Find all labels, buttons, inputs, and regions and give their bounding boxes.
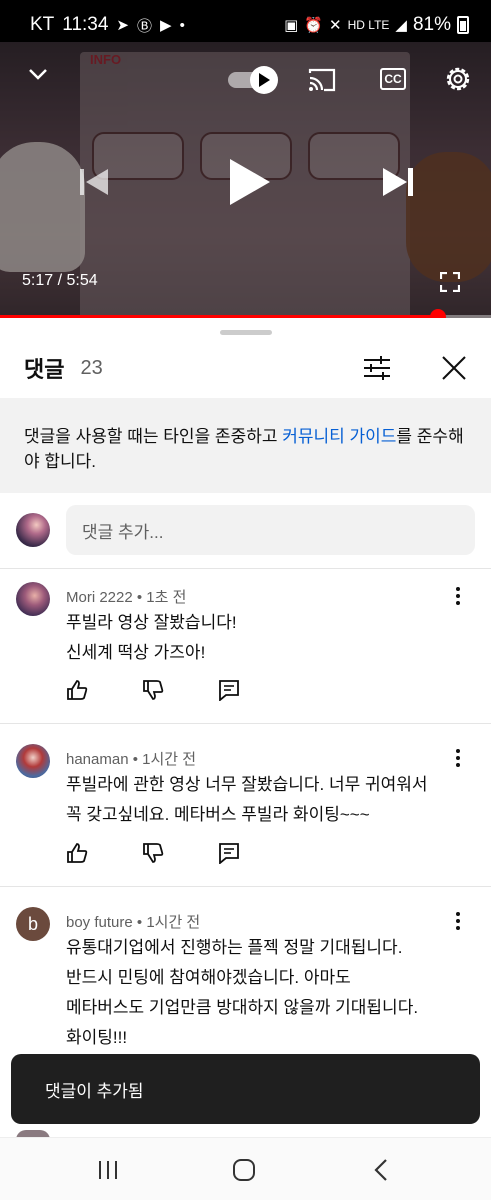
comment-text: 푸빌라에 관한 영상 너무 잘봤습니다. 너무 귀여워서 꼭 갖고싶네요. 메타… [66, 770, 471, 830]
clock: 11:34 [62, 14, 109, 35]
notification-icon: ▣ [284, 17, 299, 34]
home-icon[interactable] [232, 1158, 256, 1182]
sort-filter-icon[interactable] [363, 356, 391, 380]
play-store-icon: ▶ [160, 17, 172, 34]
comment-line: 꼭 갖고싶네요. 메타버스 푸빌라 화이팅~~~ [66, 805, 370, 824]
add-comment-row: 댓글 추가... [0, 500, 491, 560]
cast-icon[interactable] [307, 67, 337, 93]
mute-icon: ✕ [329, 17, 342, 34]
comment-time: 1시간 전 [146, 914, 201, 931]
comment-line: 화이팅!!! [66, 1028, 128, 1047]
comment-line: 유통대기업에서 진행하는 플젝 정말 기대됩니다. [66, 938, 403, 957]
play-icon [259, 73, 270, 87]
comment-line: 푸빌라에 관한 영상 너무 잘봤습니다. 너무 귀여워서 [66, 775, 428, 794]
comment-line: 메타버스도 기업만큼 방대하지 않을까 기대됩니다. [66, 998, 419, 1017]
thumbs-down-icon[interactable] [142, 679, 164, 701]
comment-author[interactable]: hanaman [66, 751, 129, 768]
carrier-label: KT [30, 14, 55, 35]
community-guidelines-link[interactable]: 커뮤니티 가이드 [282, 427, 396, 446]
dot-icon: • [179, 16, 185, 34]
system-nav-bar [0, 1137, 491, 1200]
close-icon[interactable] [441, 355, 467, 381]
comment-meta: Mori 2222 • 1초 전 [66, 589, 187, 606]
battery-icon [457, 16, 469, 34]
video-player[interactable]: INFO CC 5:17 / 5:54 [0, 42, 491, 318]
comments-title: 댓글 [24, 357, 65, 382]
comment-text: 푸빌라 영상 잘봤습니다! 신세계 떡상 가즈아! [66, 608, 471, 668]
comment-line: 푸빌라 영상 잘봤습니다! [66, 613, 237, 632]
avatar [16, 513, 50, 547]
avatar[interactable]: b [16, 907, 50, 941]
battery-label: 81% [412, 14, 451, 35]
autoplay-toggle[interactable] [228, 66, 280, 94]
comment-time: 1시간 전 [142, 751, 197, 768]
alarm-icon: ⏰ [304, 17, 324, 34]
more-options-icon[interactable] [454, 586, 462, 606]
snackbar-toast: 댓글이 추가됨 [11, 1054, 480, 1124]
drag-handle[interactable] [220, 330, 272, 335]
notice-text: 댓글을 사용할 때는 타인을 존중하고 [24, 427, 283, 446]
settings-gear-icon[interactable] [443, 64, 473, 94]
recent-apps-icon[interactable] [96, 1158, 120, 1182]
signal-icon: ◢ [395, 17, 407, 34]
divider [0, 723, 491, 724]
comment-line: 반드시 민팅에 참여해야겠습니다. 아마도 [66, 968, 351, 987]
comment-actions [66, 679, 240, 701]
thumbs-up-icon[interactable] [66, 842, 88, 864]
comment-actions [66, 842, 240, 864]
comments-count: 23 [80, 356, 103, 379]
telegram-icon: ➤ [116, 17, 129, 34]
play-button[interactable] [228, 157, 272, 207]
fullscreen-icon[interactable] [440, 272, 460, 292]
more-options-icon[interactable] [454, 911, 462, 931]
avatar[interactable] [16, 582, 50, 616]
more-options-icon[interactable] [454, 748, 462, 768]
app-b-icon: Ⓑ [137, 17, 153, 35]
cc-icon[interactable]: CC [380, 68, 406, 90]
comment-text: 유통대기업에서 진행하는 플젝 정말 기대됩니다. 반드시 민팅에 참여해야겠습… [66, 933, 471, 1053]
reply-icon[interactable] [218, 842, 240, 864]
network-label: HD LTE [347, 18, 390, 32]
comment-meta: boy future • 1시간 전 [66, 914, 201, 931]
chevron-down-icon[interactable] [28, 64, 48, 84]
comment-author[interactable]: boy future [66, 914, 133, 931]
thumbs-up-icon[interactable] [66, 679, 88, 701]
time-display: 5:17 / 5:54 [22, 272, 98, 289]
community-notice: 댓글을 사용할 때는 타인을 존중하고 커뮤니티 가이드를 준수해야 합니다. [0, 398, 491, 493]
avatar[interactable] [16, 744, 50, 778]
add-comment-input[interactable]: 댓글 추가... [66, 505, 475, 555]
reply-icon[interactable] [218, 679, 240, 701]
divider [0, 886, 491, 887]
comment-meta: hanaman • 1시간 전 [66, 751, 197, 768]
divider [0, 568, 491, 569]
comments-header: 댓글 23 [0, 340, 491, 396]
comment-author[interactable]: Mori 2222 [66, 589, 133, 606]
thumbs-down-icon[interactable] [142, 842, 164, 864]
previous-icon[interactable] [80, 167, 108, 197]
comment-line: 신세계 떡상 가즈아! [66, 643, 206, 662]
comment-time: 1초 전 [146, 589, 187, 606]
next-icon[interactable] [383, 166, 413, 198]
back-icon[interactable] [370, 1158, 394, 1182]
